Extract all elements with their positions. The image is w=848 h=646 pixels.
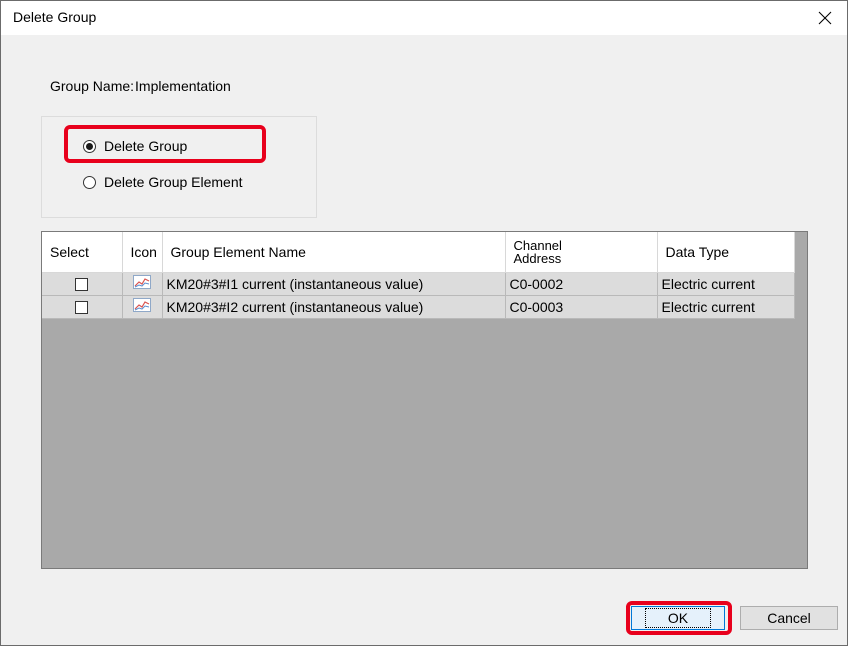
select-checkbox[interactable] (75, 278, 89, 292)
line-chart-icon (133, 275, 151, 289)
table-row[interactable]: KM20#3#I1 current (instantaneous value) … (42, 272, 795, 296)
table-row[interactable]: KM20#3#I2 current (instantaneous value) … (42, 295, 795, 319)
channel-header-line1: Channel (513, 237, 562, 253)
dialog-title: Delete Group (13, 9, 97, 25)
highlight-box-delete-group (64, 125, 266, 163)
group-elements-grid[interactable]: Select Icon Group Element Name Channel A… (41, 231, 808, 569)
channel-header-line2: Address (513, 250, 562, 266)
icon-cell (122, 295, 163, 319)
group-element-name-cell: KM20#3#I1 current (instantaneous value) (162, 272, 506, 296)
data-type-cell: Electric current (657, 272, 795, 296)
cancel-button[interactable]: Cancel (740, 606, 838, 630)
select-cell[interactable] (42, 295, 123, 319)
data-type-cell: Electric current (657, 295, 795, 319)
column-header-channel-address[interactable]: Channel Address (505, 232, 658, 273)
group-name-value: Implementation (135, 78, 231, 94)
close-icon (818, 11, 832, 25)
radio-button[interactable] (83, 175, 96, 189)
cancel-button-label: Cancel (767, 610, 811, 626)
column-header-group-element-name[interactable]: Group Element Name (162, 232, 506, 273)
icon-cell (122, 272, 163, 296)
column-header-data-type[interactable]: Data Type (657, 232, 795, 273)
group-elements-table: Select Icon Group Element Name Channel A… (42, 232, 795, 319)
column-header-icon[interactable]: Icon (122, 232, 163, 273)
close-button[interactable] (803, 1, 847, 35)
channel-address-cell: C0-0003 (505, 295, 658, 319)
line-chart-icon (133, 298, 151, 312)
group-element-name-cell: KM20#3#I2 current (instantaneous value) (162, 295, 506, 319)
group-name-line: Group Name:Implementation (50, 78, 231, 94)
radio-delete-group-element-label: Delete Group Element (104, 174, 243, 190)
group-name-label: Group Name (50, 78, 131, 94)
title-bar: Delete Group (1, 1, 847, 35)
column-header-select[interactable]: Select (42, 232, 123, 273)
highlight-box-ok (626, 601, 732, 635)
radio-delete-group-element[interactable]: Delete Group Element (83, 174, 243, 190)
group-name-separator: : (130, 78, 135, 94)
select-cell[interactable] (42, 272, 123, 296)
channel-address-cell: C0-0002 (505, 272, 658, 296)
select-checkbox[interactable] (75, 301, 89, 315)
